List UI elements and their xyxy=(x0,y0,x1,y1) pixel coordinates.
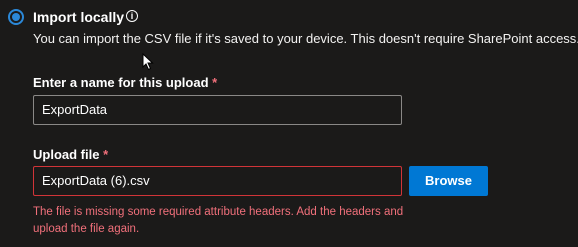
info-icon[interactable]: i xyxy=(126,10,138,22)
required-marker: * xyxy=(212,75,218,90)
upload-file-label-text: Upload file xyxy=(33,147,100,162)
upload-name-input[interactable]: ExportData xyxy=(33,95,402,125)
import-locally-panel: Import locally i You can import the CSV … xyxy=(0,0,578,247)
upload-file-label: Upload file * xyxy=(33,146,108,163)
option-description: You can import the CSV file if it's save… xyxy=(33,31,578,46)
required-marker: * xyxy=(103,147,109,162)
radio-selected-dot xyxy=(12,13,20,21)
browse-button[interactable]: Browse xyxy=(409,166,488,196)
mouse-pointer-icon xyxy=(142,53,154,71)
upload-file-error-message: The file is missing some required attrib… xyxy=(33,206,404,235)
upload-file-input[interactable]: ExportData (6).csv xyxy=(33,166,402,196)
upload-name-label: Enter a name for this upload * xyxy=(33,74,217,91)
upload-name-label-text: Enter a name for this upload xyxy=(33,75,209,90)
import-locally-radio[interactable] xyxy=(8,9,24,25)
option-title: Import locally xyxy=(33,9,125,25)
